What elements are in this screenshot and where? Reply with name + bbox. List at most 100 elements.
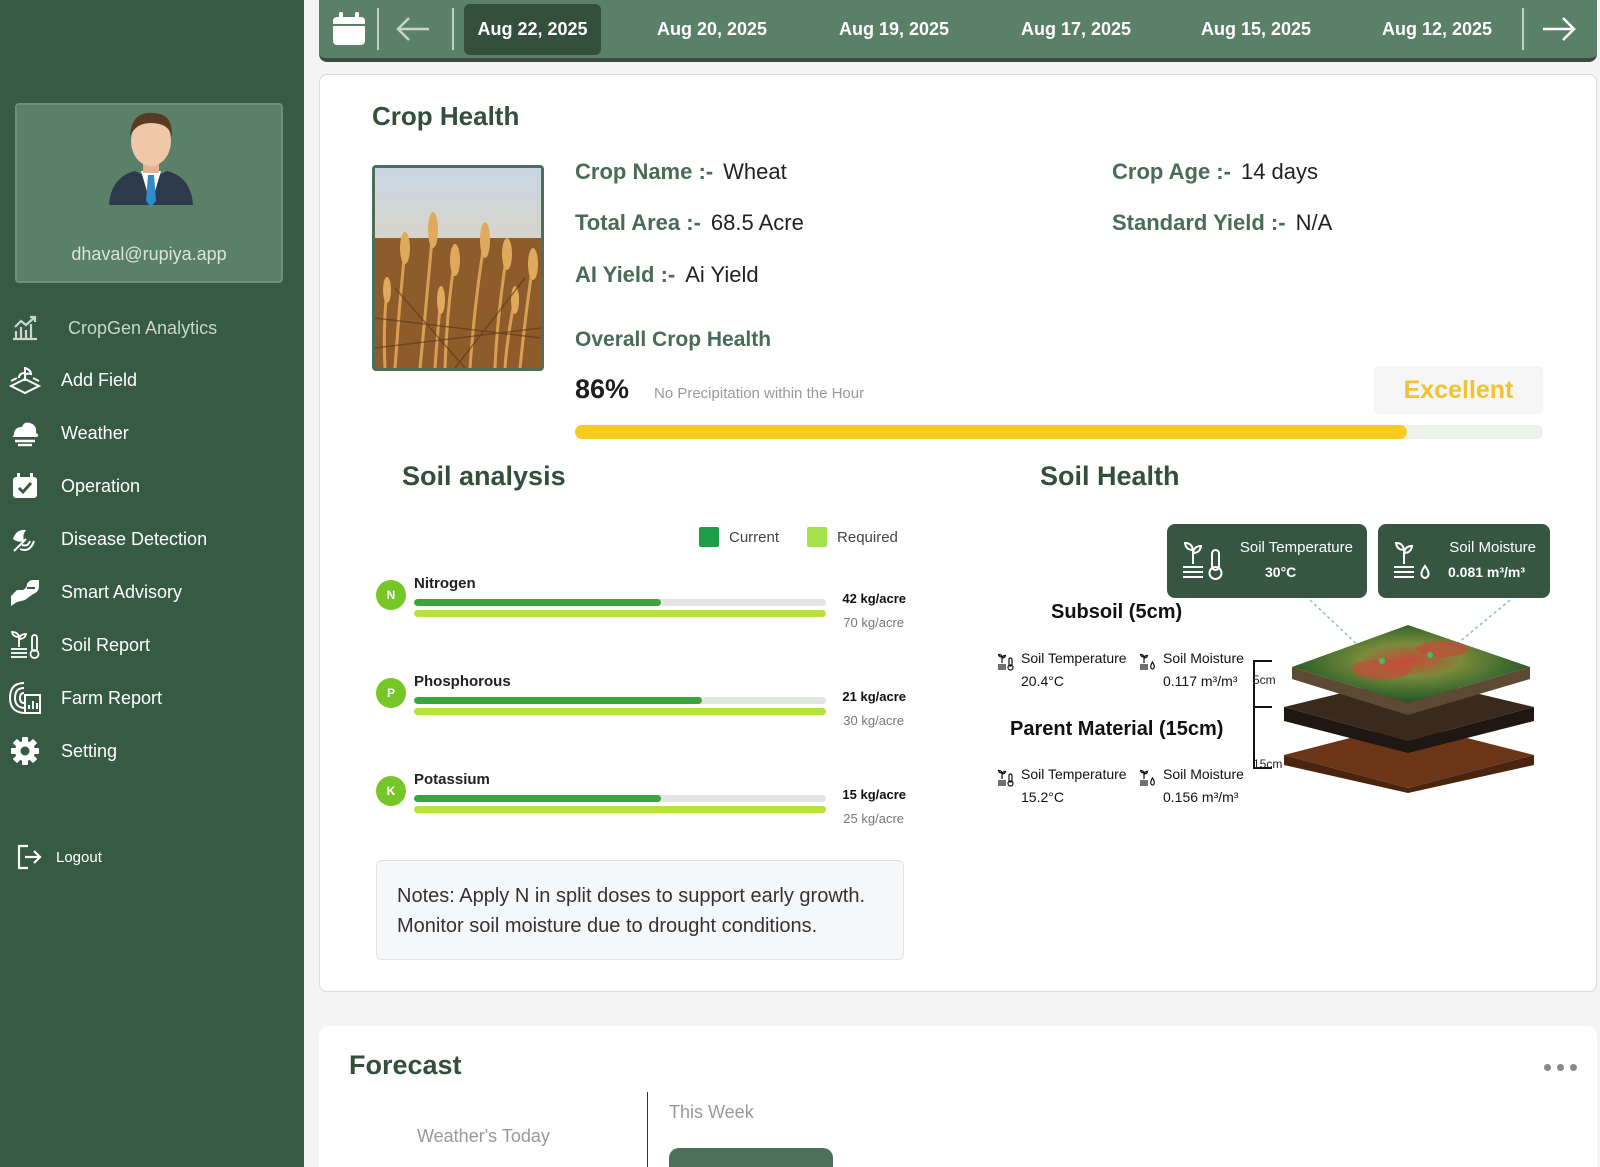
subsoil-title: Subsoil (5cm) [1051, 601, 1183, 623]
subsoil-moisture: Soil Moisture 0.117 m³/m³ [1139, 647, 1244, 693]
prev-arrow-icon[interactable] [395, 14, 431, 44]
crop-health-progress-fill [575, 425, 1408, 439]
soil-report-icon [8, 628, 42, 662]
nutrient-badge: P [376, 678, 406, 708]
total-area-row: Total Area :- 68.5 Acre [575, 210, 804, 236]
sidebar-item-add-field[interactable]: Add Field [0, 358, 304, 402]
crop-age-value: 14 days [1240, 159, 1319, 184]
total-area-label: Total Area :- [575, 210, 701, 235]
date-tab[interactable]: Aug 19, 2025 [819, 4, 969, 55]
soil-moisture-value: 0.081 m³/m³ [1448, 564, 1526, 580]
logout-button[interactable]: Logout [16, 844, 102, 870]
soil-temperature-value: 30°C [1265, 564, 1297, 580]
subsoil-temperature: Soil Temperature 20.4°C [997, 647, 1127, 693]
subsoil-temperature-value: 20.4°C [1021, 673, 1064, 689]
nutrient-current-bar [414, 795, 826, 802]
soil-moisture-icon [1394, 541, 1430, 579]
nutrient-required-value: 70 kg/acre [843, 615, 904, 630]
precipitation-text: No Precipitation within the Hour [654, 385, 865, 402]
subsoil-moisture-value: 0.117 m³/m³ [1163, 673, 1238, 689]
crop-image [372, 165, 544, 371]
nutrient-required-bar [414, 708, 826, 715]
next-arrow-icon[interactable] [1541, 14, 1577, 44]
soil-temperature-icon [1183, 541, 1223, 580]
legend-required: Required [807, 527, 898, 547]
sidebar-item-operation[interactable]: Operation [0, 464, 304, 508]
profile-card[interactable]: dhaval@rupiya.app [15, 103, 283, 283]
standard-yield-label: Standard Yield :- [1112, 210, 1286, 235]
gear-icon [8, 734, 42, 768]
nutrient-required-bar [414, 806, 826, 813]
nutrient-current-value: 15 kg/acre [842, 787, 906, 802]
soil-moisture-icon [1139, 653, 1155, 670]
sidebar-item-disease-detection[interactable]: Disease Detection [0, 517, 304, 561]
week-day-card[interactable] [669, 1148, 833, 1167]
nutrient-required-value: 30 kg/acre [843, 713, 904, 728]
parent-moisture: Soil Moisture 0.156 m³/m³ [1139, 763, 1244, 809]
nutrient-row: K Potassium 15 kg/acre 25 kg/acre [376, 771, 906, 831]
weather-icon [8, 416, 42, 450]
date-tab[interactable]: Aug 22, 2025 [464, 4, 601, 55]
crop-name-row: Crop Name :- Wheat [575, 159, 787, 185]
health-status-badge: Excellent [1374, 366, 1543, 414]
nutrient-current-bar [414, 599, 826, 606]
soil-layers-illustration [1284, 625, 1534, 793]
nutrient-required-bar [414, 610, 826, 617]
subsoil-depth-label: 5cm [1253, 673, 1276, 687]
date-tab[interactable]: Aug 15, 2025 [1181, 4, 1331, 55]
avatar [109, 112, 193, 207]
soil-notes: Notes: Apply N in split doses to support… [376, 860, 904, 960]
sidebar-item-setting[interactable]: Setting [0, 729, 304, 773]
date-tab[interactable]: Aug 12, 2025 [1362, 4, 1512, 55]
divider [1522, 8, 1524, 50]
nutrient-name: Nitrogen [414, 575, 476, 592]
soil-moisture-card: Soil Moisture 0.081 m³/m³ [1378, 524, 1550, 598]
forecast-divider [647, 1092, 648, 1167]
calendar-icon[interactable] [331, 11, 367, 47]
soil-temperature-icon [997, 769, 1014, 787]
soil-moisture-icon [1139, 769, 1155, 786]
nutrient-current-fill [414, 599, 662, 606]
date-bar: Aug 22, 2025 Aug 20, 2025 Aug 19, 2025 A… [319, 0, 1597, 62]
divider [452, 8, 454, 50]
soil-temperature-label: Soil Temperature [1239, 539, 1353, 556]
ai-yield-row: AI Yield :- Ai Yield [575, 262, 759, 288]
soil-temperature-card: Soil Temperature 30°C [1167, 524, 1367, 598]
nutrient-badge: K [376, 776, 406, 806]
parent-material-title: Parent Material (15cm) [1010, 718, 1224, 740]
sidebar-item-farm-report[interactable]: Farm Report [0, 676, 304, 720]
sidebar-item-soil-report[interactable]: Soil Report [0, 623, 304, 667]
sidebar-item-weather[interactable]: Weather [0, 411, 304, 455]
total-area-value: 68.5 Acre [710, 210, 804, 235]
date-tab[interactable]: Aug 20, 2025 [637, 4, 787, 55]
nutrient-current-value: 42 kg/acre [842, 591, 906, 606]
ai-yield-value: Ai Yield [685, 262, 759, 287]
nutrient-current-fill [414, 697, 703, 704]
soil-analysis-legend: Current Required [699, 527, 926, 547]
crop-name-label: Crop Name :- [575, 159, 714, 184]
soil-analysis-title: Soil analysis [402, 461, 566, 491]
sidebar-item-smart-advisory[interactable]: Smart Advisory [0, 570, 304, 614]
sidebar-item-cropgen-analytics[interactable]: CropGen Analytics [0, 306, 304, 350]
farm-report-icon [8, 681, 42, 715]
logout-icon [17, 844, 42, 870]
soil-health-title: Soil Health [1040, 461, 1180, 491]
soil-temperature-icon [997, 653, 1014, 671]
legend-current: Current [699, 527, 779, 547]
analytics-icon [8, 311, 42, 345]
overall-crop-health-label: Overall Crop Health [575, 328, 772, 351]
date-tab[interactable]: Aug 17, 2025 [1001, 4, 1151, 55]
nutrient-current-fill [414, 795, 662, 802]
crop-name-value: Wheat [723, 159, 787, 184]
parent-temperature-value: 15.2°C [1021, 789, 1064, 805]
soil-moisture-label: Soil Moisture [1449, 539, 1536, 556]
legend-current-swatch [699, 527, 719, 547]
parent-depth-label: 15cm [1253, 757, 1283, 771]
standard-yield-row: Standard Yield :- N/A [1112, 210, 1332, 236]
parent-temperature: Soil Temperature 15.2°C [997, 763, 1127, 809]
crop-age-row: Crop Age :- 14 days [1112, 159, 1318, 185]
more-options-icon[interactable] [1544, 1064, 1577, 1071]
parent-moisture-value: 0.156 m³/m³ [1163, 789, 1239, 805]
crop-health-card: Crop Health Crop Name :- Wheat Crop Age … [319, 74, 1597, 992]
nutrient-required-value: 25 kg/acre [843, 811, 904, 826]
